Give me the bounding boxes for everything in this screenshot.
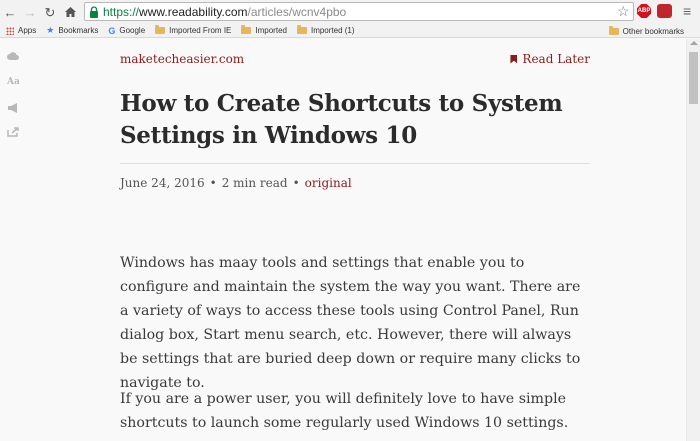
read-time: 2 min read <box>221 176 288 190</box>
folder-icon <box>608 25 619 35</box>
lock-icon <box>90 5 98 18</box>
readability-extension-icon[interactable] <box>657 4 672 18</box>
meta-separator: • <box>209 176 217 190</box>
bookmark-label: Other bookmarks <box>622 26 684 36</box>
read-later-button[interactable]: Read Later <box>510 52 590 66</box>
bookmark-other[interactable]: Other bookmarks <box>608 24 684 38</box>
forward-button[interactable]: → <box>20 2 40 22</box>
address-bar[interactable]: https://www.readability.com/articles/wcn… <box>84 2 634 21</box>
bookmark-icon <box>510 54 518 64</box>
cloud-icon[interactable] <box>7 51 19 61</box>
bookmark-label: Imported (1) <box>310 26 355 35</box>
vertical-scrollbar[interactable] <box>686 39 700 441</box>
bookmark-label: Bookmarks <box>58 26 99 35</box>
menu-icon[interactable]: ≡ <box>683 3 691 19</box>
bookmarks-bar: Apps ★ Bookmarks G Google Imported From … <box>0 24 700 38</box>
folder-icon <box>241 25 252 34</box>
article-paragraph: Windows has maay tools and settings that… <box>120 255 581 391</box>
reload-button[interactable]: ↻ <box>40 2 60 22</box>
bookmark-imported-1[interactable]: Imported (1) <box>296 24 355 38</box>
bookmark-label: Imported <box>255 26 287 35</box>
adblock-label: ABP <box>637 8 651 14</box>
megaphone-icon[interactable] <box>7 103 19 113</box>
article-title: How to Create Shortcuts to System Settin… <box>120 90 563 149</box>
url-host: www.readability.com <box>139 4 248 19</box>
bookmark-imported[interactable]: Imported <box>241 24 287 38</box>
bookmark-star-icon[interactable]: ☆ <box>617 3 630 20</box>
divider <box>120 163 590 164</box>
folder-icon <box>296 25 307 34</box>
star-icon: ★ <box>46 25 55 35</box>
article-date: June 24, 2016 <box>120 176 205 190</box>
article-header: maketecheasier.com Read Later <box>120 52 590 68</box>
url-scheme: https:// <box>103 4 140 19</box>
folder-icon <box>155 25 166 34</box>
original-link[interactable]: original <box>305 176 352 190</box>
arrow-left-icon: ← <box>3 4 17 20</box>
reader-sidebar: Aa <box>0 39 24 441</box>
home-button[interactable] <box>60 2 80 22</box>
article-meta: June 24, 2016 • 2 min read • original <box>120 176 352 190</box>
google-icon: G <box>108 25 116 36</box>
scroll-thumb[interactable] <box>689 52 698 104</box>
site-link[interactable]: maketecheasier.com <box>120 52 244 66</box>
bookmark-google[interactable]: G Google <box>108 24 145 38</box>
bookmark-apps[interactable]: Apps <box>6 24 36 38</box>
article-paragraph: If you are a power user, you will defini… <box>120 391 569 431</box>
scroll-up-arrow-icon[interactable] <box>690 41 698 45</box>
back-button[interactable]: ← <box>0 2 20 22</box>
bookmark-bookmarks[interactable]: ★ Bookmarks <box>46 24 98 38</box>
bookmark-label: Google <box>119 26 146 35</box>
read-later-label: Read Later <box>522 52 590 66</box>
reload-icon: ↻ <box>44 4 56 20</box>
url-path: /articles/wcnv4pbo <box>247 4 347 19</box>
bookmark-imported-from-ie[interactable]: Imported From IE <box>155 24 231 38</box>
browser-toolbar: ← → ↻ https://www.readability.com/articl… <box>0 0 700 24</box>
share-icon[interactable] <box>7 127 19 137</box>
arrow-right-icon: → <box>23 4 37 20</box>
home-icon <box>64 7 76 17</box>
bookmark-label: Apps <box>18 26 37 35</box>
meta-separator: • <box>292 176 300 190</box>
bookmark-label: Imported From IE <box>169 26 232 35</box>
apps-icon <box>6 26 14 35</box>
adblock-extension-icon[interactable]: ABP <box>637 4 651 18</box>
text-size-icon[interactable]: Aa <box>7 77 20 87</box>
